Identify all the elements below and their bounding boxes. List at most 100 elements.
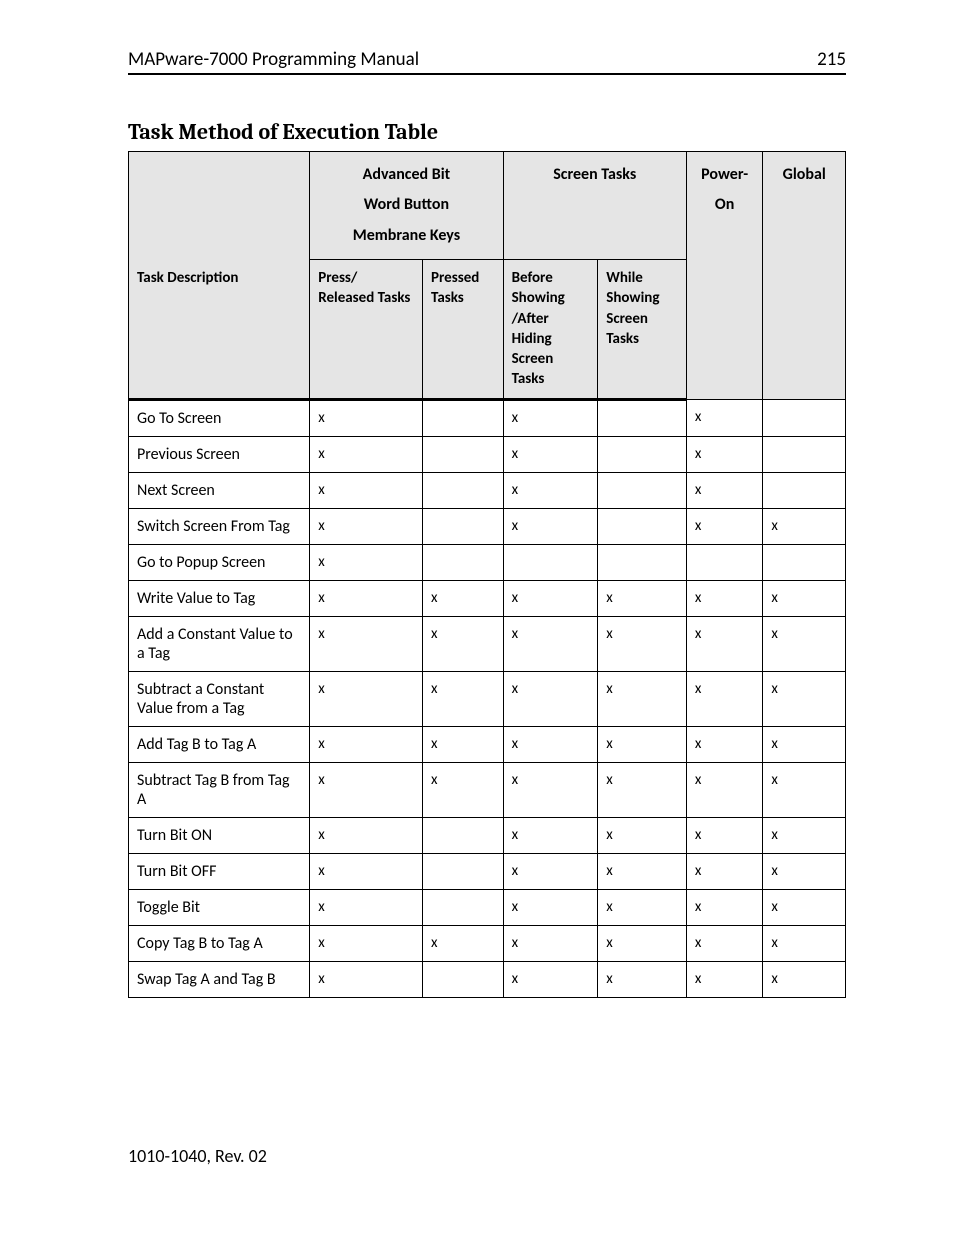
table-row: Go To Screenxxx [129, 399, 846, 436]
mark-cell: x [310, 961, 423, 997]
mark-cell: x [763, 726, 846, 762]
table-row: Next Screenxxx [129, 472, 846, 508]
mark-cell: x [686, 671, 763, 726]
table-body: Go To ScreenxxxPrevious ScreenxxxNext Sc… [129, 399, 846, 997]
table-row: Toggle Bitxxxxx [129, 889, 846, 925]
mark-cell: x [686, 436, 763, 472]
task-description-cell: Previous Screen [129, 436, 310, 472]
mark-cell: x [598, 889, 687, 925]
mark-cell: x [503, 472, 598, 508]
mark-cell [423, 472, 504, 508]
mark-cell: x [686, 616, 763, 671]
mark-cell: x [598, 762, 687, 817]
mark-cell: x [686, 580, 763, 616]
table-row: Turn Bit ONxxxxx [129, 817, 846, 853]
mark-cell: x [598, 817, 687, 853]
table-row: Add Tag B to Tag Axxxxxx [129, 726, 846, 762]
mark-cell [598, 436, 687, 472]
mark-cell: x [503, 961, 598, 997]
footer-revision: 1010-1040, Rev. 02 [128, 1145, 267, 1167]
mark-cell [423, 544, 504, 580]
mark-cell: x [763, 762, 846, 817]
mark-cell: x [310, 436, 423, 472]
mark-cell: x [310, 853, 423, 889]
mark-cell: x [423, 726, 504, 762]
mark-cell: x [686, 399, 763, 436]
mark-cell: x [310, 889, 423, 925]
mark-cell: x [686, 925, 763, 961]
mark-cell: x [423, 616, 504, 671]
task-description-cell: Subtract Tag B from Tag A [129, 762, 310, 817]
mark-cell: x [310, 925, 423, 961]
mark-cell [598, 508, 687, 544]
mark-cell: x [503, 853, 598, 889]
mark-cell: x [598, 925, 687, 961]
task-description-cell: Write Value to Tag [129, 580, 310, 616]
mark-cell: x [763, 925, 846, 961]
mark-cell [763, 436, 846, 472]
mark-cell [598, 472, 687, 508]
mark-cell: x [310, 472, 423, 508]
task-description-cell: Subtract a Constant Value from a Tag [129, 671, 310, 726]
doc-title: MAPware-7000 Programming Manual [128, 48, 419, 71]
mark-cell: x [686, 817, 763, 853]
task-description-cell: Go To Screen [129, 399, 310, 436]
mark-cell: x [598, 580, 687, 616]
mark-cell [598, 399, 687, 436]
table-row: Add a Constant Value to a Tagxxxxxx [129, 616, 846, 671]
mark-cell: x [598, 726, 687, 762]
mark-cell: x [686, 853, 763, 889]
task-description-cell: Next Screen [129, 472, 310, 508]
task-method-table: Advanced Bit Word Button Membrane Keys S… [128, 151, 846, 998]
table-row: Previous Screenxxx [129, 436, 846, 472]
mark-cell: x [310, 817, 423, 853]
mark-cell: x [686, 508, 763, 544]
mark-cell: x [503, 889, 598, 925]
mark-cell: x [763, 671, 846, 726]
mark-cell: x [503, 508, 598, 544]
mark-cell: x [503, 726, 598, 762]
mark-cell: x [310, 399, 423, 436]
mark-cell: x [310, 616, 423, 671]
mark-cell: x [503, 817, 598, 853]
col-pressed-tasks: Pressed Tasks [423, 260, 504, 400]
mark-cell: x [598, 853, 687, 889]
task-description-cell: Add a Constant Value to a Tag [129, 616, 310, 671]
col-power-on: Power-On [686, 152, 763, 400]
section-title: Task Method of Execution Table [128, 119, 846, 145]
colgroup-screen-tasks: Screen Tasks [503, 152, 686, 260]
col-global: Global [763, 152, 846, 400]
mark-cell: x [763, 616, 846, 671]
table-row: Subtract Tag B from Tag Axxxxxx [129, 762, 846, 817]
mark-cell: x [503, 399, 598, 436]
mark-cell: x [763, 817, 846, 853]
task-description-cell: Turn Bit OFF [129, 853, 310, 889]
mark-cell [423, 817, 504, 853]
mark-cell: x [423, 580, 504, 616]
table-row: Write Value to Tagxxxxxx [129, 580, 846, 616]
mark-cell: x [763, 961, 846, 997]
table-row: Copy Tag B to Tag Axxxxxx [129, 925, 846, 961]
col-press-released-tasks: Press/ Released Tasks [310, 260, 423, 400]
mark-cell: x [310, 508, 423, 544]
mark-cell: x [763, 580, 846, 616]
mark-cell [686, 544, 763, 580]
mark-cell: x [503, 436, 598, 472]
task-description-cell: Toggle Bit [129, 889, 310, 925]
mark-cell [423, 436, 504, 472]
col-task-description-top [129, 152, 310, 260]
col-before-after-tasks: Before Showing /After Hiding Screen Task… [503, 260, 598, 400]
table-row: Switch Screen From Tagxxxx [129, 508, 846, 544]
mark-cell [503, 544, 598, 580]
mark-cell: x [686, 961, 763, 997]
task-description-cell: Turn Bit ON [129, 817, 310, 853]
mark-cell: x [310, 762, 423, 817]
task-description-cell: Go to Popup Screen [129, 544, 310, 580]
mark-cell: x [763, 853, 846, 889]
table-row: Go to Popup Screenx [129, 544, 846, 580]
mark-cell: x [598, 616, 687, 671]
colgroup-advanced: Advanced Bit Word Button Membrane Keys [310, 152, 503, 260]
task-description-cell: Switch Screen From Tag [129, 508, 310, 544]
table-row: Subtract a Constant Value from a Tagxxxx… [129, 671, 846, 726]
mark-cell: x [598, 961, 687, 997]
